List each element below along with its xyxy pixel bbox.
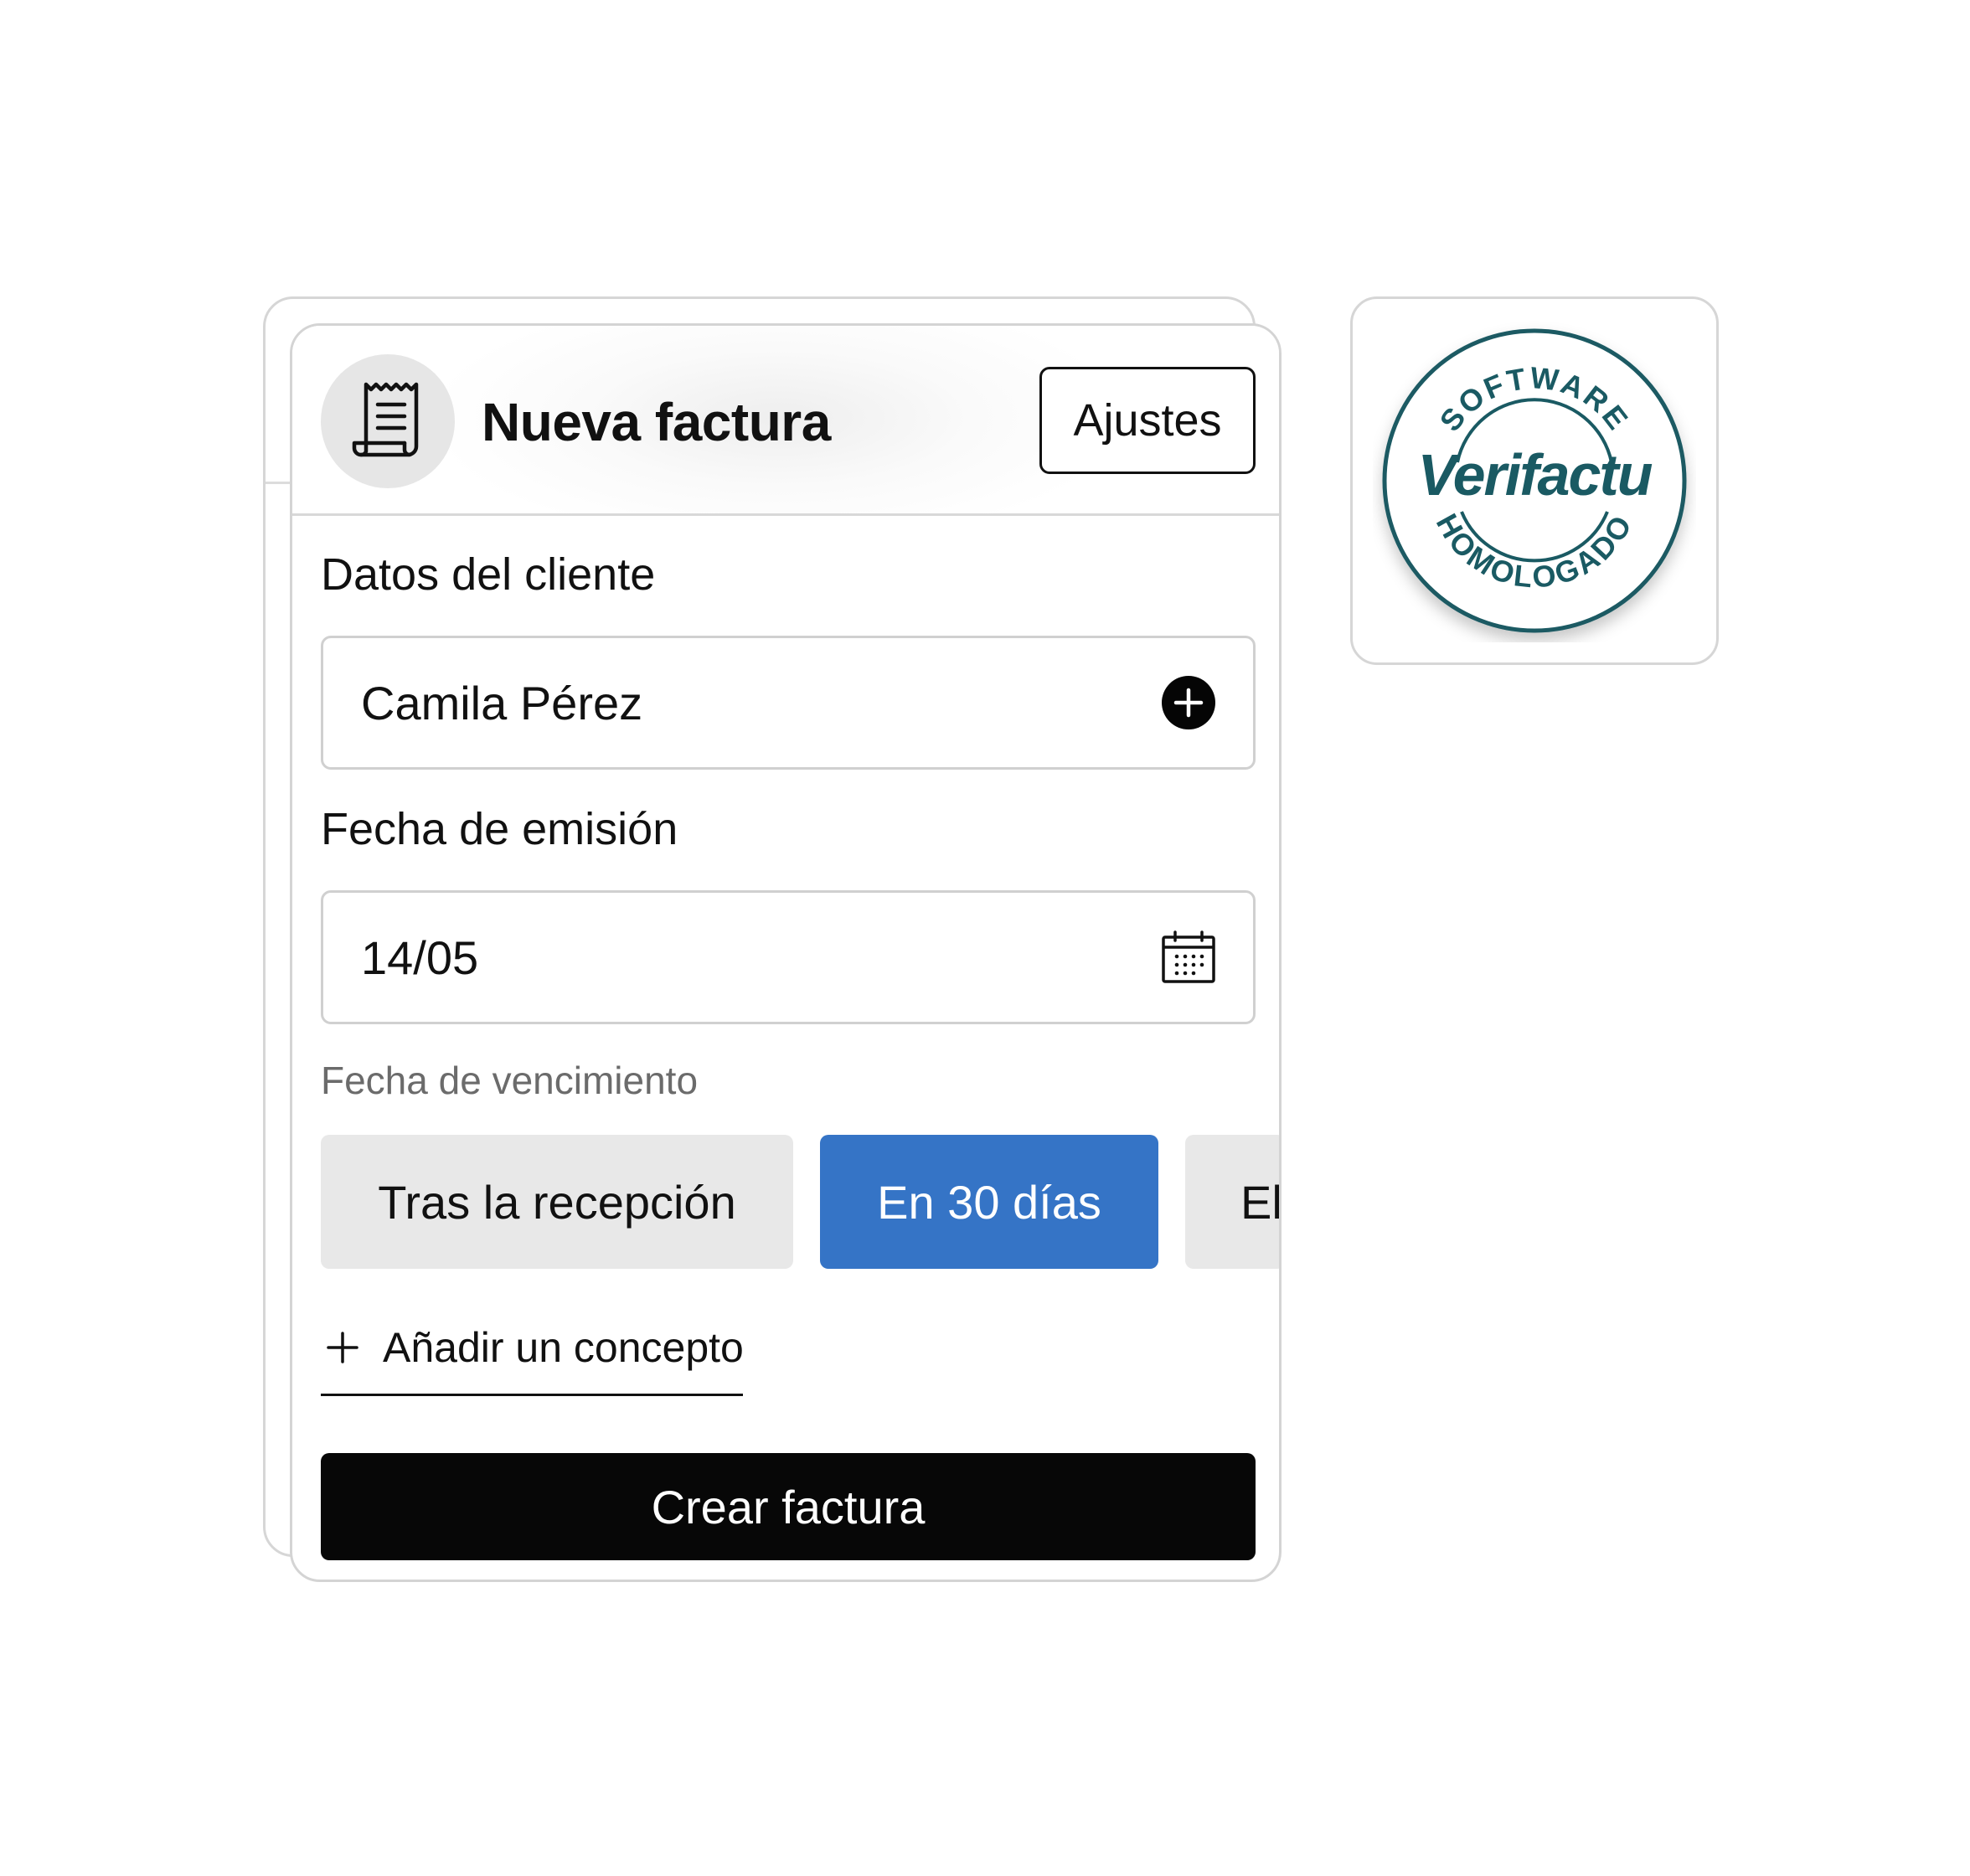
verifactu-badge-card: SOFTWARE Verifactu HOMOLOGADO	[1350, 296, 1719, 665]
card-header: Nueva factura Ajustes	[292, 326, 1279, 516]
issue-date-label: Fecha de emisión	[321, 804, 678, 854]
settings-button[interactable]: Ajustes	[1039, 367, 1256, 474]
calendar-icon[interactable]	[1161, 930, 1216, 984]
add-concept-underline	[321, 1394, 743, 1396]
due-option-on-receipt[interactable]: Tras la recepción	[321, 1135, 793, 1269]
due-option-30-days[interactable]: En 30 días	[820, 1135, 1158, 1269]
add-concept-link[interactable]: Añadir un concepto	[321, 1322, 744, 1373]
client-field[interactable]: Camila Pérez	[321, 636, 1256, 770]
invoice-card: Nueva factura Ajustes Datos del cliente …	[290, 323, 1282, 1582]
client-label: Datos del cliente	[321, 549, 656, 600]
receipt-icon	[321, 354, 455, 488]
verifactu-seal: SOFTWARE Verifactu HOMOLOGADO	[1382, 328, 1687, 633]
due-option-clipped[interactable]: El	[1185, 1135, 1279, 1269]
create-invoice-button[interactable]: Crear factura	[321, 1453, 1256, 1560]
seal-main-text: Verifactu	[1418, 442, 1653, 508]
plus-icon	[327, 1332, 358, 1363]
plus-circle-icon[interactable]	[1161, 675, 1216, 730]
issue-date-field[interactable]: 14/05	[321, 890, 1256, 1024]
due-date-label: Fecha de vencimiento	[321, 1059, 699, 1102]
add-concept-label: Añadir un concepto	[383, 1324, 744, 1371]
page-title: Nueva factura	[482, 392, 831, 452]
client-value: Camila Pérez	[361, 676, 643, 729]
issue-date-value: 14/05	[361, 930, 479, 984]
